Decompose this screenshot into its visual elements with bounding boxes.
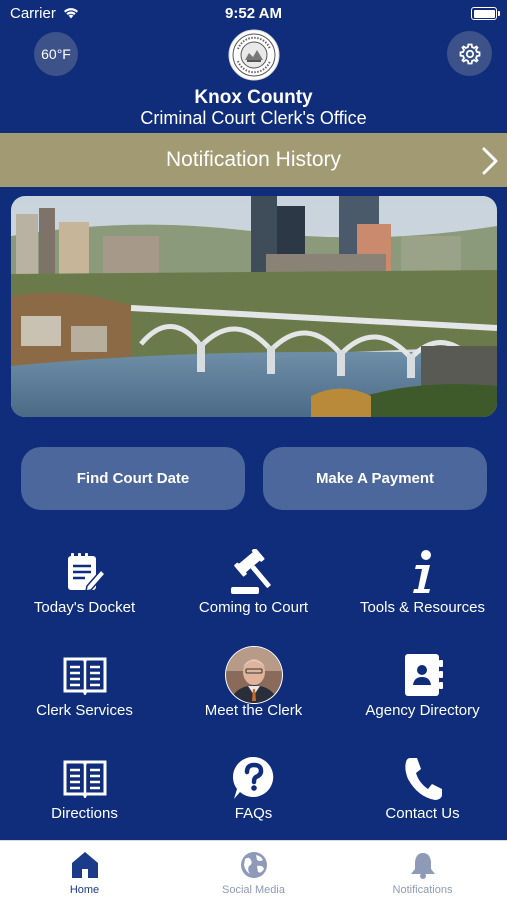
menu-label: FAQs <box>234 805 273 822</box>
menu-agency-directory[interactable]: Agency Directory <box>338 645 507 745</box>
temperature-badge[interactable]: 60°F <box>34 32 78 76</box>
battery-icon <box>471 7 500 20</box>
menu-todays-docket[interactable]: Today's Docket <box>0 542 169 642</box>
book-icon <box>55 748 115 808</box>
menu-label: Clerk Services <box>36 702 133 719</box>
temperature-label: 60°F <box>41 46 71 62</box>
tab-notifications[interactable]: Notifications <box>338 841 507 900</box>
chevron-right-icon <box>482 147 498 175</box>
tab-home[interactable]: Home <box>0 841 169 900</box>
clock: 9:52 AM <box>225 5 282 22</box>
phone-icon <box>393 748 453 808</box>
settings-button[interactable] <box>447 31 492 76</box>
tab-label: Social Media <box>222 884 285 896</box>
menu-clerk-services[interactable]: Clerk Services <box>0 645 169 745</box>
menu-label: Directions <box>51 805 118 822</box>
office-name: Criminal Court Clerk's Office <box>140 108 367 128</box>
gavel-icon <box>224 542 284 602</box>
hero-image <box>11 196 497 417</box>
county-seal-icon <box>228 29 280 81</box>
info-icon <box>393 542 453 602</box>
menu-label: Today's Docket <box>33 599 136 616</box>
docket-icon <box>55 542 115 602</box>
menu-label: Meet the Clerk <box>204 702 303 719</box>
menu-tools-resources[interactable]: Tools & Resources <box>338 542 507 642</box>
menu-faqs[interactable]: FAQs <box>169 748 338 848</box>
address-book-icon <box>393 645 453 705</box>
menu-contact-us[interactable]: Contact Us <box>338 748 507 848</box>
county-name: Knox County <box>194 87 313 108</box>
find-court-date-button[interactable]: Find Court Date <box>21 447 245 510</box>
make-payment-button[interactable]: Make A Payment <box>263 447 487 510</box>
menu-label: Coming to Court <box>198 599 309 616</box>
menu-directions[interactable]: Directions <box>0 748 169 848</box>
menu-label: Agency Directory <box>365 702 480 719</box>
tab-bar: Home Social Media Notifications <box>0 840 507 900</box>
question-icon <box>224 748 284 808</box>
bell-icon <box>410 853 435 879</box>
menu-label: Tools & Resources <box>359 599 486 616</box>
gear-icon <box>459 43 480 64</box>
book-icon <box>55 645 115 705</box>
menu-label: Contact Us <box>385 805 460 822</box>
home-icon <box>71 852 98 878</box>
clerk-avatar <box>224 645 284 705</box>
tab-label: Notifications <box>392 884 453 896</box>
title-block: Knox County Criminal Court Clerk's Offic… <box>0 87 507 128</box>
globe-icon <box>240 852 267 878</box>
notification-history-label: Notification History <box>165 148 342 171</box>
tab-label: Home <box>69 884 100 896</box>
status-bar: Carrier 9:52 AM <box>0 0 507 28</box>
tab-social-media[interactable]: Social Media <box>169 841 338 900</box>
menu-coming-to-court[interactable]: Coming to Court <box>169 542 338 642</box>
notification-history-bar[interactable]: Notification History <box>0 133 507 187</box>
menu-meet-the-clerk[interactable]: Meet the Clerk <box>169 645 338 745</box>
